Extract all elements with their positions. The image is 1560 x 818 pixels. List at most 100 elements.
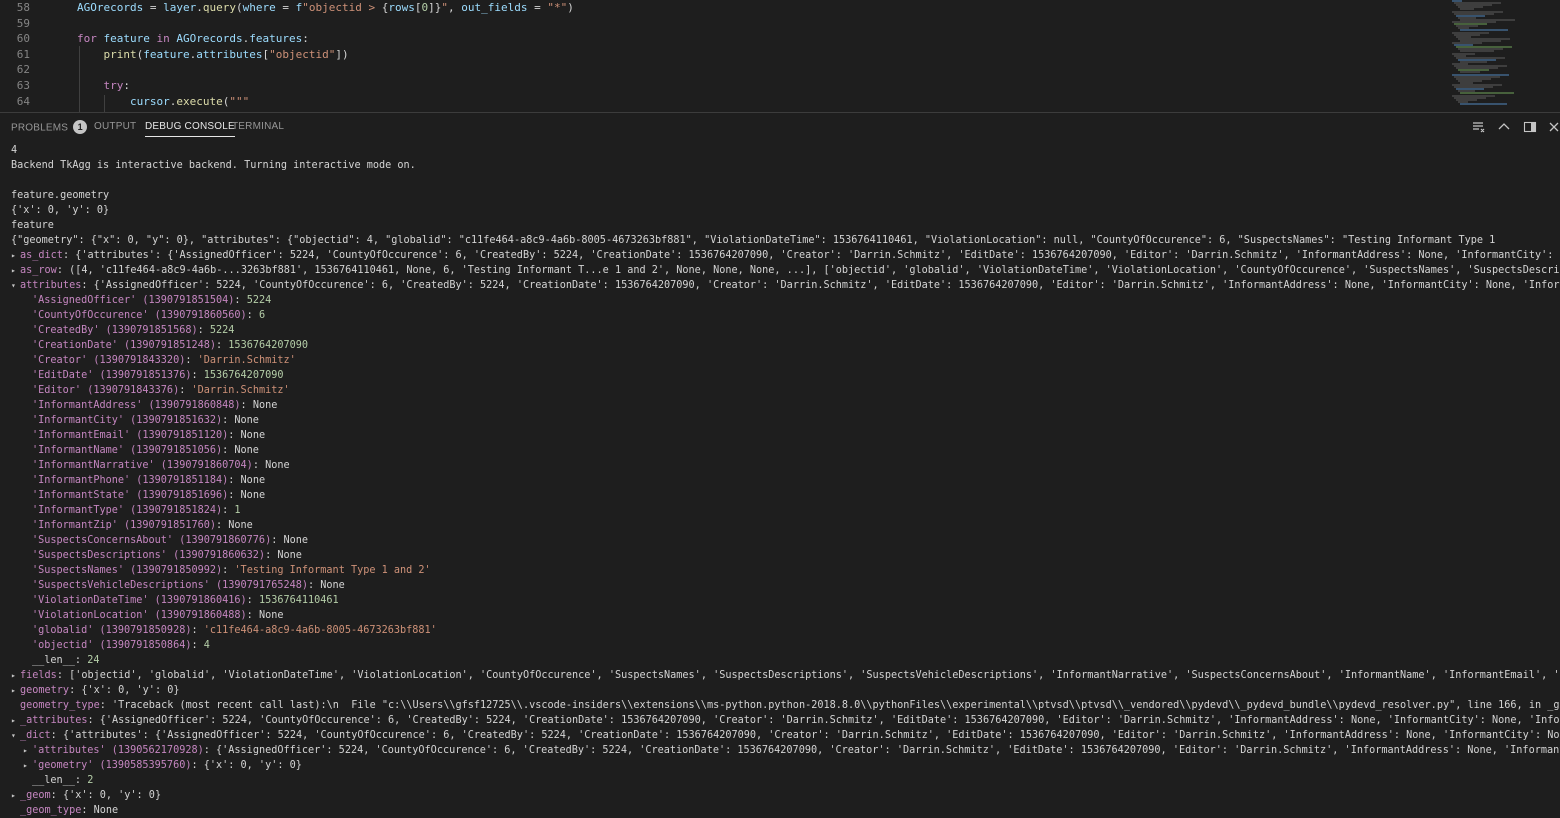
console-line: __len__: 24: [23, 653, 99, 668]
console-line: 'AssignedOfficer' (1390791851504): 5224: [23, 293, 271, 308]
console-text: : ([4, 'c11fe464-a8c9-4a6b-...3263bf881'…: [56, 265, 1560, 276]
console-tree-node[interactable]: ▸ as_row: ([4, 'c11fe464-a8c9-4a6b-...326…: [11, 263, 1560, 278]
chevron-right-icon[interactable]: ▸: [11, 683, 20, 698]
console-line: _geom_type: None: [11, 803, 118, 818]
code-token: ,: [447, 1, 462, 14]
console-text: {"geometry": {"x": 0, "y": 0}, "attribut…: [11, 235, 1496, 246]
code-text: for feature in AGOrecords.features:: [77, 31, 309, 47]
chevron-down-icon[interactable]: ▾: [11, 728, 20, 743]
chevron-down-icon[interactable]: ▾: [11, 278, 20, 293]
chevron-right-icon[interactable]: ▸: [11, 248, 20, 263]
code-token: for: [77, 32, 97, 46]
code-token: :: [123, 79, 130, 92]
console-text: : 'Traceback (most recent call last):\n …: [99, 700, 1560, 711]
console-key: geometry_type: [20, 700, 100, 711]
console-line: 'CreationDate' (1390791851248): 15367642…: [23, 338, 308, 353]
code-text: try:: [77, 78, 131, 94]
problems-count-badge: 1: [73, 120, 88, 134]
console-key: 'ViolationDateTime' (1390791860416): [32, 595, 247, 606]
close-panel-icon[interactable]: [1546, 119, 1560, 135]
console-line: 'objectid' (1390791850864): 4: [23, 638, 210, 653]
console-tree-node[interactable]: ▸'attributes' (1390562170928): {'Assigne…: [23, 743, 1560, 758]
code-token: =: [143, 1, 164, 14]
console-text: : None: [228, 490, 266, 501]
minimap[interactable]: [1452, 0, 1530, 108]
console-line: 'InformantCity' (1390791851632): None: [23, 413, 259, 428]
toggle-panel-icon[interactable]: [1522, 119, 1538, 135]
console-number-value: 1536764207090: [203, 370, 284, 381]
code-token: =: [527, 1, 548, 14]
chevron-right-icon[interactable]: ▸: [23, 743, 32, 758]
console-string-value: 'Testing Informant Type 1 and 2': [234, 565, 431, 576]
console-line: 'InformantName' (1390791851056): None: [23, 443, 259, 458]
chevron-right-icon[interactable]: ▸: [11, 263, 20, 278]
console-number-value: 24: [87, 655, 100, 666]
line-number: 63: [16, 79, 30, 92]
code-token: ]}: [428, 1, 442, 14]
console-tree-node[interactable]: ▸ fields: ['objectid', 'globalid', 'Viola…: [11, 668, 1560, 683]
code-token: features: [249, 32, 303, 46]
code-text: AGOrecords = layer.query(where = f"objec…: [77, 0, 574, 16]
console-line: 'globalid' (1390791850928): 'c11fe464-a8…: [23, 623, 437, 638]
code-token: :: [302, 32, 309, 46]
console-line: 'InformantPhone' (1390791851184): None: [23, 473, 265, 488]
console-key: 'EditDate' (1390791851376): [32, 370, 192, 381]
tab-problems[interactable]: PROBLEMS 1: [11, 120, 88, 135]
console-number-value: 5224: [209, 325, 235, 336]
console-key: 'InformantZip' (1390791851760): [32, 520, 217, 531]
console-text: : None: [216, 520, 253, 531]
chevron-right-icon[interactable]: ▸: [23, 758, 32, 773]
console-line: __len__: 2: [23, 773, 93, 788]
console-line: Backend TkAgg is interactive backend. Tu…: [11, 158, 416, 173]
console-key: 'CreatedBy' (1390791851568): [32, 325, 198, 336]
code-token: AGOrecords: [77, 1, 144, 14]
console-text: : None: [222, 415, 259, 426]
console-key: 'AssignedOfficer' (1390791851504): [32, 295, 235, 306]
console-text: : None: [271, 535, 309, 546]
console-key: 'SuspectsVehicleDescriptions' (139079176…: [32, 580, 309, 591]
console-tree-node[interactable]: ▸ as_dict: {'attributes': {'AssignedOffic…: [11, 248, 1560, 263]
console-key: 'InformantPhone' (1390791851184): [32, 475, 229, 486]
console-line: 'Editor' (1390791843376): 'Darrin.Schmit…: [23, 383, 290, 398]
tab-terminal[interactable]: TERMINAL: [232, 121, 284, 132]
code-token: query: [202, 1, 236, 14]
chevron-right-icon[interactable]: ▸: [11, 668, 20, 683]
debug-console-output[interactable]: 4 Backend TkAgg is interactive backend. T…: [0, 143, 1560, 818]
console-key: 'SuspectsDescriptions' (1390791860632): [32, 550, 266, 561]
chevron-right-icon[interactable]: ▸: [11, 788, 20, 803]
console-text: : None: [252, 460, 290, 471]
tab-terminal-label: TERMINAL: [232, 121, 285, 132]
code-token: AGOrecords: [176, 32, 243, 46]
console-tree-node[interactable]: ▸ _geom: {'x': 0, 'y': 0}: [11, 788, 161, 803]
console-text: :: [246, 310, 259, 321]
console-tree-node[interactable]: ▾ _dict: {'attributes': {'AssignedOfficer…: [11, 728, 1560, 743]
panel-tabs: PROBLEMS 1 OUTPUT DEBUG CONSOLE TERMINAL: [0, 113, 1560, 141]
code-token: print: [103, 47, 137, 61]
console-line: feature: [11, 218, 54, 233]
console-tree-node[interactable]: ▸ geometry: {'x': 0, 'y': 0}: [11, 683, 179, 698]
line-number: 59: [16, 16, 30, 30]
code-editor[interactable]: 58 AGOrecords = layer.query(where = f"obj…: [0, 0, 1560, 112]
maximize-panel-icon[interactable]: [1496, 119, 1512, 135]
console-key: 'InformantCity' (1390791851632): [32, 415, 223, 426]
console-tree-node[interactable]: ▸ _attributes: {'AssignedOfficer': 5224, …: [11, 713, 1560, 728]
console-tree-node[interactable]: ▾ attributes: {'AssignedOfficer': 5224, '…: [11, 278, 1560, 293]
tab-output-label: OUTPUT: [94, 121, 137, 132]
code-token: "*": [547, 1, 568, 14]
console-tree-node[interactable]: ▸'geometry' (1390585395760): {'x': 0, 'y…: [23, 758, 302, 773]
tab-output[interactable]: OUTPUT: [94, 121, 136, 132]
console-key: as_row: [20, 265, 57, 276]
console-key: fields: [20, 670, 57, 681]
console-key: _dict: [20, 730, 51, 741]
console-text: : {'x': 0, 'y': 0}: [191, 760, 302, 771]
chevron-right-icon[interactable]: ▸: [11, 713, 20, 728]
clear-console-icon[interactable]: [1470, 119, 1486, 135]
console-line: 'InformantZip' (1390791851760): None: [23, 518, 253, 533]
code-token: feature: [143, 47, 190, 61]
console-number-value: 6: [258, 310, 266, 321]
console-number-value: 1536764207090: [228, 340, 309, 351]
console-key: attributes: [20, 280, 82, 291]
console-text: :: [222, 565, 235, 576]
tab-debug-console[interactable]: DEBUG CONSOLE: [145, 121, 235, 137]
